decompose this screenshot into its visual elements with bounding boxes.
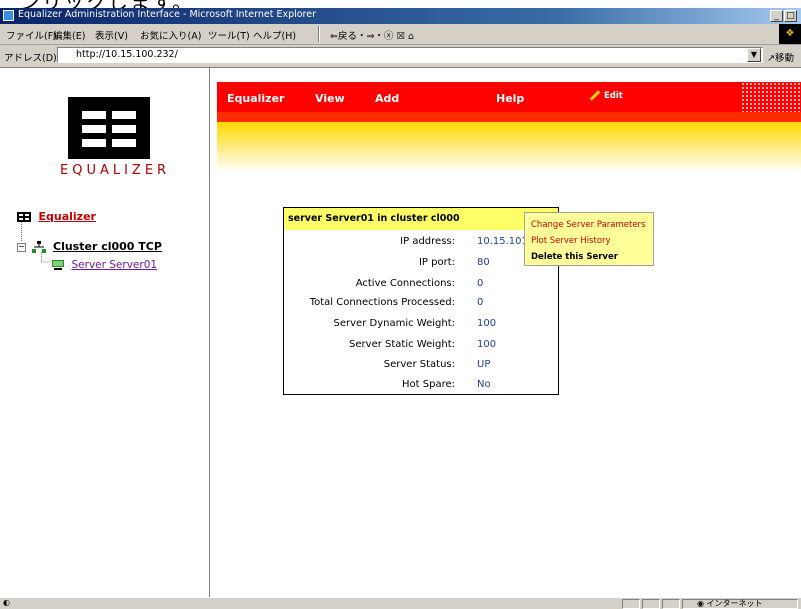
nav-view[interactable]: View <box>315 92 345 105</box>
menu-view[interactable]: 表示(V) <box>95 28 128 42</box>
logo-wordmark: EQUALIZER <box>60 163 171 178</box>
tree-cluster-link[interactable]: Cluster cl000 TCP <box>53 240 162 253</box>
row-label: IP port: <box>418 257 455 268</box>
tree-item-server[interactable]: Server Server01 <box>52 258 157 271</box>
row-server-status: Server Status: UP <box>284 359 558 377</box>
zone-label: インターネット <box>706 599 763 608</box>
menu-edit[interactable]: 編集(E) <box>53 28 85 42</box>
address-dropdown-button[interactable]: ▼ <box>747 48 761 62</box>
menu-favorites[interactable]: お気に入り(A) <box>140 28 201 42</box>
row-value: 100 <box>477 318 497 329</box>
windows-logo-icon: ❖ <box>779 24 801 44</box>
address-input[interactable]: http://10.15.100.232/ <box>57 47 763 63</box>
row-ip-port: IP port: 80 <box>284 257 558 275</box>
server-context-menu: Change Server Parameters Plot Server His… <box>524 212 654 266</box>
row-label: Server Dynamic Weight: <box>333 318 455 329</box>
banner-dot-pattern <box>741 82 801 112</box>
address-label: アドレス(D) <box>4 53 57 64</box>
frame-divider[interactable] <box>208 68 210 597</box>
row-label: Server Status: <box>383 359 455 370</box>
tree-item-cluster[interactable]: − Cluster cl000 TCP <box>17 240 162 253</box>
row-value: 100 <box>477 339 497 350</box>
cluster-network-icon <box>31 241 46 253</box>
ie-window-icon <box>3 10 14 21</box>
row-label: Hot Spare: <box>402 379 455 390</box>
nav-equalizer[interactable]: Equalizer <box>227 92 284 105</box>
row-total-connections: Total Connections Processed: 0 <box>284 297 558 315</box>
globe-icon: ◉ <box>697 599 704 608</box>
row-value: 80 <box>477 257 490 268</box>
zone-indicator: ◉ インターネット <box>697 598 763 609</box>
go-label: 移動 <box>774 53 794 64</box>
nav-help[interactable]: Help <box>496 92 524 105</box>
row-label: Server Static Weight: <box>349 339 455 350</box>
menu-delete-server[interactable]: Delete this Server <box>531 252 618 262</box>
toolbar-nav-buttons[interactable]: ⇐戻る・⇒・ⓧ ☒ ⌂ <box>330 28 414 42</box>
status-bar: ◐ ◉ インターネット <box>0 597 801 609</box>
menu-bar: ファイル(F) 編集(E) 表示(V) お気に入り(A) ツール(T) ヘルプ(… <box>0 24 801 45</box>
menu-change-server-parameters[interactable]: Change Server Parameters <box>531 220 645 230</box>
menu-help[interactable]: ヘルプ(H) <box>253 28 296 42</box>
toolbar-separator <box>318 26 320 42</box>
equalizer-icon <box>17 212 31 222</box>
page-status-icon: ◐ <box>3 598 10 607</box>
row-ip-address: IP address: 10.15.101 <box>284 236 558 254</box>
row-label: IP address: <box>400 236 455 247</box>
banner-gradient <box>217 122 801 172</box>
pencil-icon <box>589 90 601 101</box>
caption-text: ンリックします。 <box>20 0 194 8</box>
window-title-bar: Equalizer Administration Interface - Mic… <box>0 8 801 24</box>
nav-add[interactable]: Add <box>375 92 399 105</box>
server-icon <box>52 260 64 270</box>
row-static-weight: Server Static Weight: 100 <box>284 339 558 357</box>
row-value: 0 <box>477 297 484 308</box>
collapse-icon[interactable]: − <box>17 242 26 252</box>
menu-file[interactable]: ファイル(F) <box>6 28 57 42</box>
server-panel-title: server Server01 in cluster cl000 <box>288 213 460 224</box>
row-dynamic-weight: Server Dynamic Weight: 100 <box>284 318 558 336</box>
maximize-button[interactable]: □ <box>784 10 797 22</box>
row-value: 10.15.101 <box>477 236 528 247</box>
nav-edit-label: Edit <box>604 91 623 101</box>
go-button[interactable]: ↗移動 <box>767 50 794 64</box>
row-active-connections: Active Connections: 0 <box>284 278 558 296</box>
menu-plot-server-history[interactable]: Plot Server History <box>531 236 611 246</box>
address-bar: アドレス(D) http://10.15.100.232/ ▼ ↗移動 <box>0 45 801 68</box>
row-value: UP <box>477 359 491 370</box>
menu-tools[interactable]: ツール(T) <box>208 28 250 42</box>
row-label: Total Connections Processed: <box>309 297 455 308</box>
row-value: 0 <box>477 278 484 289</box>
caption-fragment: ンリックします。 <box>0 0 801 8</box>
minimize-button[interactable]: _ <box>770 10 783 22</box>
row-hot-spare: Hot Spare: No <box>284 379 558 397</box>
row-value: No <box>477 379 491 390</box>
nav-edit[interactable]: Edit <box>589 90 623 101</box>
nav-banner: Equalizer View Add Help Edit <box>217 82 801 112</box>
window-title: Equalizer Administration Interface - Mic… <box>18 9 316 20</box>
banner-red-band <box>217 112 801 122</box>
tree-server-link[interactable]: Server Server01 <box>72 259 158 271</box>
row-label: Active Connections: <box>355 278 455 289</box>
go-arrow-icon: ↗ <box>767 53 775 64</box>
